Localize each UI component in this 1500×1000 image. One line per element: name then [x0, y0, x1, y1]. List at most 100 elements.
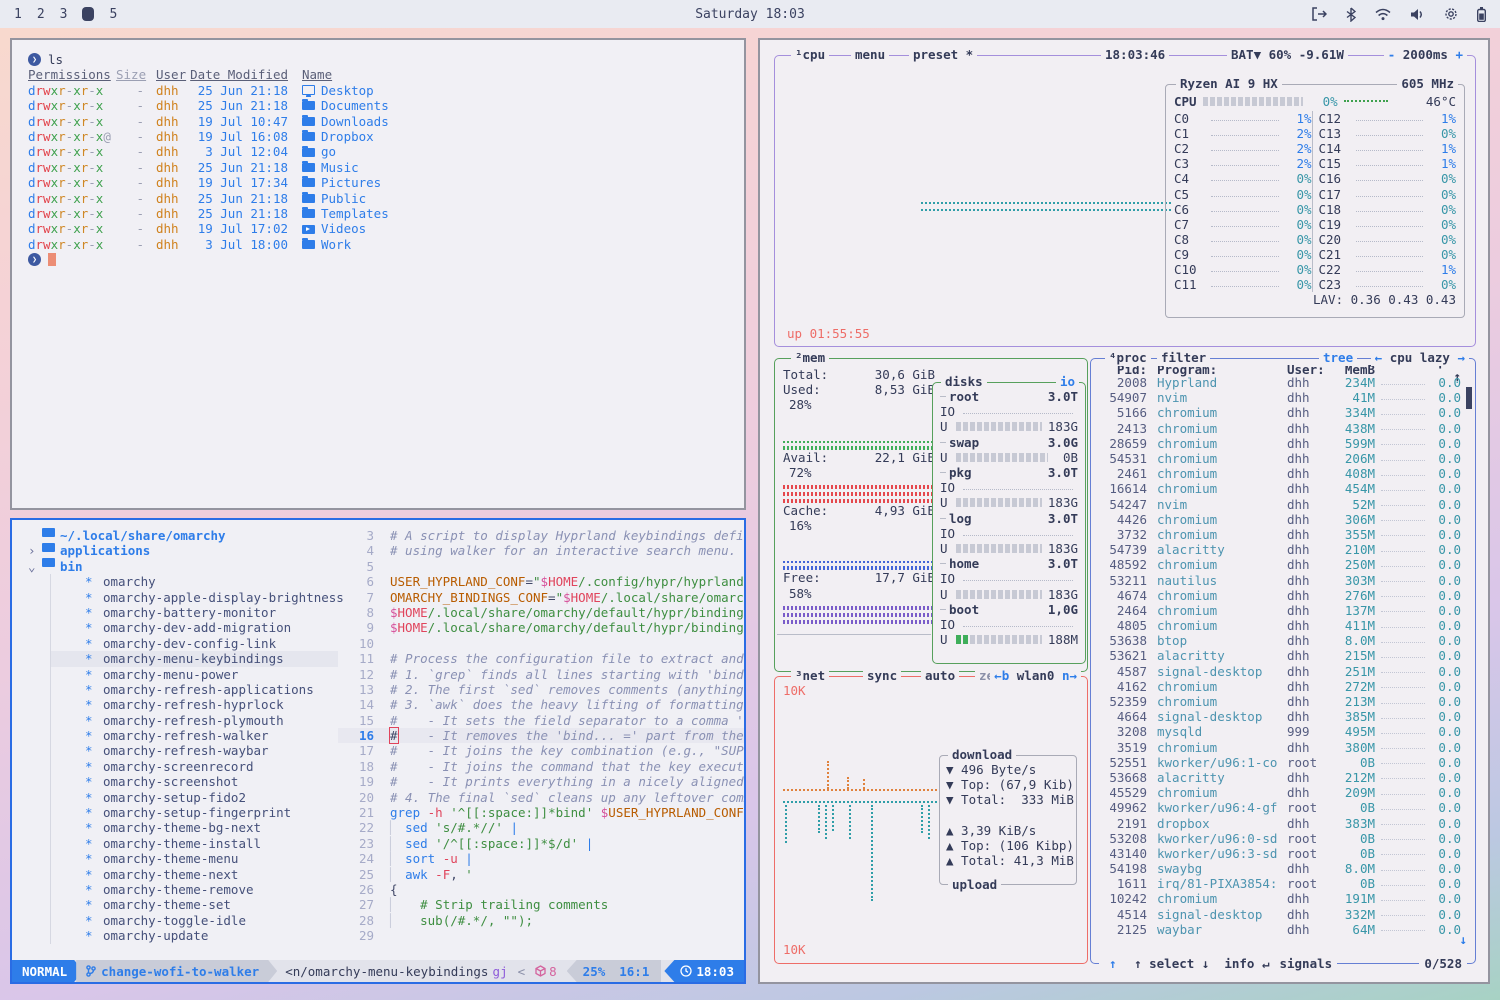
tree-item[interactable]: omarchy-screenshot: [50, 774, 338, 789]
process-row[interactable]: 49962 kworker/u96:4-gf root 0B 0.0: [1099, 800, 1461, 815]
process-row[interactable]: 2191 dropbox dhh 383M 0.0: [1099, 815, 1461, 830]
tree-item[interactable]: omarchy-setup-fido2: [50, 790, 338, 805]
process-row[interactable]: 53621 alacritty dhh 215M 0.0: [1099, 648, 1461, 663]
process-row[interactable]: 4426 chromium dhh 306M 0.0: [1099, 512, 1461, 527]
disks-box-title[interactable]: disks: [941, 374, 987, 390]
tree-item[interactable]: omarchy-theme-remove: [50, 882, 338, 897]
terminal-window-ls[interactable]: ❯ ls Permissions Size User Date Modified…: [10, 38, 746, 510]
info-hint[interactable]: info ↵: [1219, 956, 1274, 972]
proc-sort-selector[interactable]: ← cpu lazy →: [1371, 350, 1469, 366]
net-box-title[interactable]: ³net: [791, 668, 829, 684]
process-row[interactable]: 2413 chromium dhh 438M 0.0: [1099, 421, 1461, 436]
shell-prompt-line-2[interactable]: ❯: [28, 252, 744, 267]
process-row[interactable]: 54198 swaybg dhh 8.0M 0.0: [1099, 861, 1461, 876]
tree-item[interactable]: omarchy-apple-display-brightness: [50, 590, 338, 605]
neovim-window[interactable]: ~/.local/share/omarchy › applications ⌄ …: [10, 518, 746, 984]
process-row[interactable]: 5166 chromium dhh 334M 0.0: [1099, 405, 1461, 420]
git-branch-segment[interactable]: change-wofi-to-walker: [76, 960, 277, 982]
process-row[interactable]: 2461 chromium dhh 408M 0.0: [1099, 466, 1461, 481]
process-row[interactable]: 4674 chromium dhh 276M 0.0: [1099, 588, 1461, 603]
scroll-down-arrow[interactable]: ↓: [1459, 932, 1467, 947]
workspace-5[interactable]: 5: [109, 7, 117, 22]
tree-item[interactable]: omarchy-theme-menu: [50, 851, 338, 866]
tree-item[interactable]: omarchy-refresh-waybar: [50, 743, 338, 758]
process-row[interactable]: 10242 chromium dhh 191M 0.0: [1099, 891, 1461, 906]
tree-item[interactable]: omarchy-theme-bg-next: [50, 820, 338, 835]
process-list[interactable]: 2008 Hyprland dhh 234M 0.0 54907 nvim dh…: [1091, 375, 1475, 937]
cpu-box-title[interactable]: ¹cpu: [791, 47, 829, 63]
proc-filter-button[interactable]: filter: [1157, 350, 1210, 366]
process-row[interactable]: 4162 chromium dhh 272M 0.0: [1099, 679, 1461, 694]
tree-item[interactable]: omarchy-theme-set: [50, 897, 338, 912]
proc-scrollbar[interactable]: [1466, 387, 1472, 409]
tree-item[interactable]: omarchy-theme-install: [50, 836, 338, 851]
process-row[interactable]: 48592 chromium dhh 250M 0.0: [1099, 557, 1461, 572]
process-row[interactable]: 4805 chromium dhh 411M 0.0: [1099, 618, 1461, 633]
net-auto-button[interactable]: auto: [921, 668, 959, 684]
settings-gear-icon[interactable]: [1444, 7, 1458, 21]
process-row[interactable]: 54247 nvim dhh 52M 0.0: [1099, 497, 1461, 512]
tree-item[interactable]: omarchy: [50, 574, 338, 589]
proc-box-title[interactable]: ⁴proc: [1105, 350, 1151, 366]
process-row[interactable]: 2125 waybar dhh 64M 0.0: [1099, 922, 1461, 937]
process-row[interactable]: 4664 signal-desktop dhh 385M 0.0: [1099, 709, 1461, 724]
code-editor[interactable]: 3 # A script to display Hyprland keybind…: [338, 528, 744, 960]
process-row[interactable]: 45529 chromium dhh 209M 0.0: [1099, 785, 1461, 800]
process-row[interactable]: 2464 chromium dhh 137M 0.0: [1099, 603, 1461, 618]
process-row[interactable]: 28659 chromium dhh 599M 0.0: [1099, 436, 1461, 451]
tree-item[interactable]: omarchy-refresh-applications: [50, 682, 338, 697]
process-row[interactable]: 3732 chromium dhh 355M 0.0: [1099, 527, 1461, 542]
workspace-4-active-indicator[interactable]: [82, 7, 94, 21]
tree-item[interactable]: ~/.local/share/omarchy: [28, 528, 338, 543]
process-row[interactable]: 52551 kworker/u96:1-co root 0B 0.0: [1099, 755, 1461, 770]
tree-item[interactable]: ⌄ bin: [28, 559, 338, 574]
wifi-icon[interactable]: [1375, 8, 1391, 21]
menu-button[interactable]: menu: [851, 47, 889, 63]
tree-item[interactable]: omarchy-refresh-plymouth: [50, 713, 338, 728]
process-row[interactable]: 54531 chromium dhh 206M 0.0: [1099, 451, 1461, 466]
tree-item[interactable]: omarchy-dev-add-migration: [50, 620, 338, 635]
preset-button[interactable]: preset *: [909, 47, 977, 63]
process-row[interactable]: 3519 chromium dhh 380M 0.0: [1099, 740, 1461, 755]
process-row[interactable]: 53638 btop dhh 8.0M 0.0: [1099, 633, 1461, 648]
tree-item[interactable]: omarchy-menu-power: [50, 667, 338, 682]
workspace-2[interactable]: 2: [37, 7, 45, 22]
tree-item[interactable]: omarchy-setup-fingerprint: [50, 805, 338, 820]
tree-item[interactable]: omarchy-toggle-idle: [50, 913, 338, 928]
process-row[interactable]: 54739 alacritty dhh 210M 0.0: [1099, 542, 1461, 557]
workspace-1[interactable]: 1: [14, 7, 22, 22]
process-row[interactable]: 4587 signal-desktop dhh 251M 0.0: [1099, 664, 1461, 679]
tree-item[interactable]: omarchy-update: [50, 928, 338, 943]
workspace-3[interactable]: 3: [60, 7, 68, 22]
update-interval[interactable]: - 2000ms +: [1384, 47, 1467, 63]
io-mode-toggle[interactable]: io: [1056, 374, 1079, 390]
net-interface-selector[interactable]: ←b wlan0 n→: [990, 668, 1081, 684]
process-row[interactable]: 53208 kworker/u96:0-sd root 0B 0.0: [1099, 831, 1461, 846]
mem-box-title[interactable]: ²mem: [791, 350, 829, 366]
btop-window[interactable]: ¹cpu menu preset * 18:03:46 BAT▼ 60% -9.…: [758, 38, 1490, 984]
volume-icon[interactable]: [1410, 8, 1425, 21]
tree-item[interactable]: omarchy-battery-monitor: [50, 605, 338, 620]
process-row[interactable]: 43140 kworker/u96:3-sd root 0B 0.0: [1099, 846, 1461, 861]
process-row[interactable]: 53211 nautilus dhh 303M 0.0: [1099, 572, 1461, 587]
process-row[interactable]: 54907 nvim dhh 41M 0.0: [1099, 390, 1461, 405]
logout-icon[interactable]: [1311, 7, 1327, 21]
tree-item[interactable]: omarchy-refresh-hyprlock: [50, 697, 338, 712]
tree-item[interactable]: omarchy-refresh-walker: [50, 728, 338, 743]
proc-tree-toggle[interactable]: tree: [1319, 350, 1357, 366]
battery-icon[interactable]: [1477, 7, 1486, 22]
process-row[interactable]: 53668 alacritty dhh 212M 0.0: [1099, 770, 1461, 785]
process-row[interactable]: 16614 chromium dhh 454M 0.0: [1099, 481, 1461, 496]
process-row[interactable]: 3208 mysqld 999 495M 0.0: [1099, 724, 1461, 739]
process-row[interactable]: 52359 chromium dhh 213M 0.0: [1099, 694, 1461, 709]
tree-item[interactable]: omarchy-menu-keybindings: [50, 651, 338, 666]
tree-item[interactable]: omarchy-screenrecord: [50, 759, 338, 774]
process-row[interactable]: 1611 irq/81-PIXA3854: root 0B 0.0: [1099, 876, 1461, 891]
net-sync-button[interactable]: sync: [863, 668, 901, 684]
bluetooth-icon[interactable]: [1346, 7, 1356, 22]
tree-item[interactable]: omarchy-theme-next: [50, 867, 338, 882]
signals-hint[interactable]: signals: [1274, 956, 1337, 972]
select-hint[interactable]: ↑ ↑ select ↓: [1099, 956, 1219, 972]
process-row[interactable]: 2008 Hyprland dhh 234M 0.0: [1099, 375, 1461, 390]
tree-item[interactable]: omarchy-dev-config-link: [50, 636, 338, 651]
